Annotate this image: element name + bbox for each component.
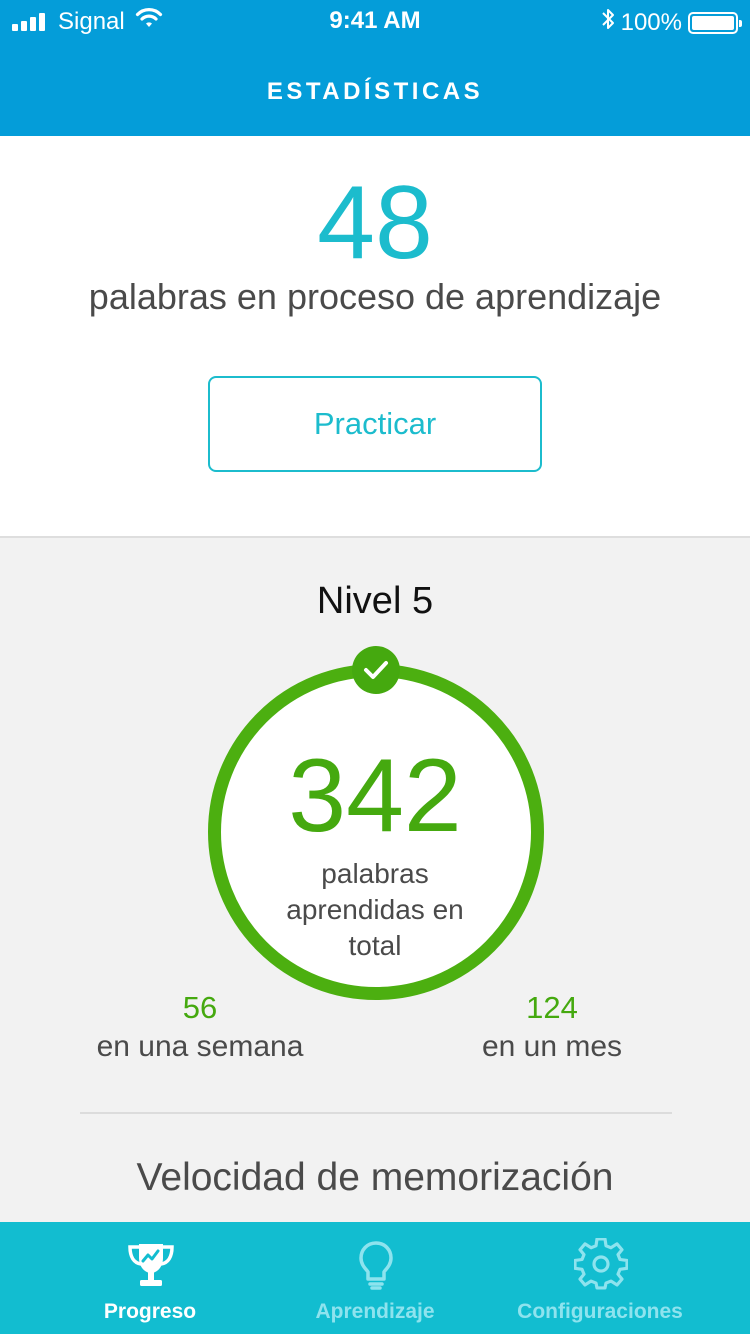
learning-card: 48 palabras en proceso de aprendizaje Pr… xyxy=(0,136,750,538)
level-title: Nivel 5 xyxy=(316,580,434,622)
memorization-speed-title: Velocidad de memorización xyxy=(136,1156,614,1199)
battery-percent: 100% xyxy=(620,8,682,36)
trophy-icon xyxy=(128,1244,174,1286)
divider xyxy=(80,1112,672,1114)
tab-label: Aprendizaje xyxy=(315,1300,435,1323)
tab-aprendizaje[interactable]: Aprendizaje xyxy=(250,1222,500,1334)
battery-icon xyxy=(688,11,742,34)
tab-configuraciones[interactable]: Configuraciones xyxy=(475,1222,725,1334)
app-header: Signal 9:41 AM 100% ESTADÍSTICAS xyxy=(0,0,750,136)
tab-label: Configuraciones xyxy=(517,1300,683,1323)
practice-button[interactable]: Practicar xyxy=(208,376,542,472)
check-icon xyxy=(352,646,400,694)
bluetooth-icon xyxy=(601,7,615,38)
month-value: 124 xyxy=(526,990,578,1025)
gear-icon xyxy=(574,1238,628,1290)
week-value: 56 xyxy=(182,990,218,1025)
status-right: 100% xyxy=(601,7,742,38)
total-learned-count: 342 xyxy=(288,738,462,854)
lightbulb-icon xyxy=(359,1241,393,1290)
week-stat: 56 en una semana xyxy=(50,988,350,1066)
tab-label: Progreso xyxy=(103,1300,197,1323)
week-label: en una semana xyxy=(96,1030,304,1063)
month-label: en un mes xyxy=(481,1030,623,1063)
learning-label: palabras en proceso de aprendizaje xyxy=(88,276,662,317)
status-bar: Signal 9:41 AM 100% xyxy=(0,0,750,40)
tab-progreso[interactable]: Progreso xyxy=(25,1222,275,1334)
month-stat: 124 en un mes xyxy=(402,988,702,1066)
learning-count: 48 xyxy=(317,165,433,281)
page-title: ESTADÍSTICAS xyxy=(266,78,484,105)
tab-bar: Progreso Aprendizaje Configuraciones xyxy=(0,1222,750,1334)
total-learned-label: palabras aprendidas en total xyxy=(286,858,464,961)
